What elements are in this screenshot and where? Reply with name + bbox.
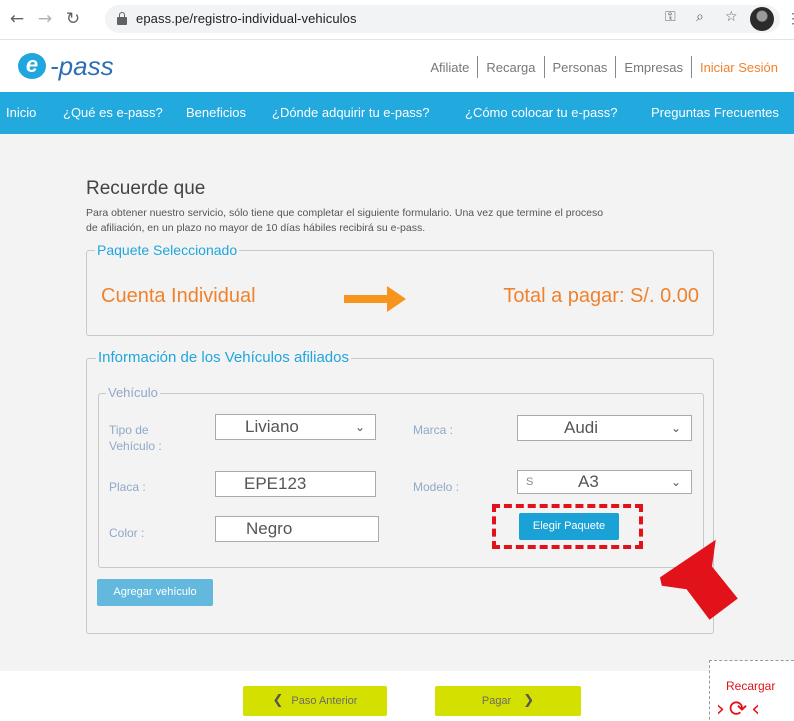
modelo-value: A3 [578, 472, 599, 491]
main-nav: Inicio ¿Qué es e-pass? Beneficios ¿Dónde… [0, 92, 794, 134]
nav-inicio[interactable]: Inicio [6, 105, 36, 120]
back-arrow-icon[interactable]: ← [6, 8, 28, 30]
profile-avatar[interactable] [750, 7, 774, 31]
chevron-down-icon: ⌄ [670, 421, 681, 435]
zoom-icon[interactable]: ⌕ [696, 9, 704, 25]
nav-beneficios[interactable]: Beneficios [186, 105, 246, 120]
highlight-dashed-box [492, 504, 643, 549]
intro-text: Para obtener nuestro servicio, sólo tien… [86, 206, 716, 236]
total-to-pay: Total a pagar: S/. 0.00 [503, 285, 699, 307]
vehicles-panel: Información de los Vehículos afiliados V… [86, 349, 714, 634]
recargar-label: Recargar [726, 679, 776, 693]
link-iniciar-sesion[interactable]: Iniciar Sesión [692, 60, 786, 75]
chevron-down-icon: ⌄ [670, 475, 681, 489]
marca-value: Audi [564, 418, 599, 437]
top-links: Afiliate Recarga Personas Empresas Inici… [422, 56, 786, 78]
package-name: Cuenta Individual [101, 285, 256, 307]
url-text: epass.pe/registro-individual-vehiculos [136, 11, 357, 26]
site-header: e -pass Afiliate Recarga Personas Empres… [0, 40, 794, 92]
package-legend: Paquete Seleccionado [95, 242, 240, 258]
star-icon[interactable]: ☆ [725, 9, 738, 25]
bottom-bar [0, 671, 794, 721]
nav-donde-adquirir[interactable]: ¿Dónde adquirir tu e-pass? [272, 105, 430, 120]
intro-line-2: de afiliación, en un plazo no mayor de 1… [86, 222, 426, 234]
nav-como-colocar[interactable]: ¿Cómo colocar tu e-pass? [465, 105, 617, 120]
modelo-select[interactable]: S A3 ⌄ [517, 470, 692, 494]
arrow-right-icon [344, 295, 389, 303]
color-input[interactable]: Negro [215, 516, 379, 542]
modelo-prefix: S [526, 476, 534, 488]
chevron-right-icon: ❯ [523, 693, 535, 708]
intro-line-1: Para obtener nuestro servicio, sólo tien… [86, 207, 604, 219]
page-title: Recuerde que [86, 178, 206, 199]
tipo-label: Tipo de Vehículo : [109, 423, 162, 453]
link-personas[interactable]: Personas [545, 60, 616, 75]
logo-text: -pass [50, 51, 114, 81]
annotation-arrow-icon [659, 539, 738, 620]
chevron-left-icon: ❮ [272, 693, 284, 708]
nav-que-es[interactable]: ¿Qué es e-pass? [63, 105, 163, 120]
menu-dots-icon[interactable]: ⋮ [786, 10, 794, 27]
recargar-widget[interactable]: Recargar ›⟳‹ [709, 660, 794, 721]
lock-icon [117, 12, 127, 25]
tipo-vehiculo-select[interactable]: Liviano ⌄ [215, 414, 376, 440]
tipo-value: Liviano [245, 417, 299, 436]
marca-label: Marca : [413, 423, 454, 437]
arrow-right-head [387, 286, 406, 312]
pagar-button[interactable]: Pagar ❯ [435, 686, 581, 716]
chevron-down-icon: ⌄ [354, 420, 365, 434]
nav-preguntas[interactable]: Preguntas Frecuentes [651, 105, 779, 120]
color-value: Negro [246, 519, 293, 538]
vehicles-legend: Información de los Vehículos afiliados [96, 349, 351, 366]
vehicle-legend: Vehículo [106, 385, 160, 400]
color-label: Color : [109, 526, 145, 540]
placa-input[interactable]: EPE123 [215, 471, 376, 497]
reload-icon[interactable]: ↻ [62, 8, 84, 30]
agregar-vehiculo-button[interactable]: Agregar vehículo [97, 579, 213, 606]
browser-toolbar: ← → ↻ epass.pe/registro-individual-vehic… [0, 0, 794, 40]
paso-anterior-button[interactable]: ❮ Paso Anterior [243, 686, 387, 716]
logo-e-icon: e [18, 53, 46, 79]
address-bar[interactable]: epass.pe/registro-individual-vehiculos ⚿… [105, 5, 780, 33]
paso-anterior-label: Paso Anterior [291, 695, 358, 707]
pagar-label: Pagar [481, 695, 512, 707]
recargar-refresh-icon: ›⟳‹ [716, 697, 765, 721]
marca-select[interactable]: Audi ⌄ [517, 415, 692, 441]
link-empresas[interactable]: Empresas [616, 60, 691, 75]
placa-value: EPE123 [244, 474, 307, 493]
placa-label: Placa : [109, 480, 146, 494]
link-afiliate[interactable]: Afiliate [422, 60, 477, 75]
link-recarga[interactable]: Recarga [478, 60, 543, 75]
key-icon[interactable]: ⚿ [665, 9, 676, 25]
forward-arrow-icon[interactable]: → [34, 8, 56, 30]
modelo-label: Modelo : [413, 480, 460, 494]
package-panel: Paquete Seleccionado Cuenta Individual T… [86, 242, 714, 336]
